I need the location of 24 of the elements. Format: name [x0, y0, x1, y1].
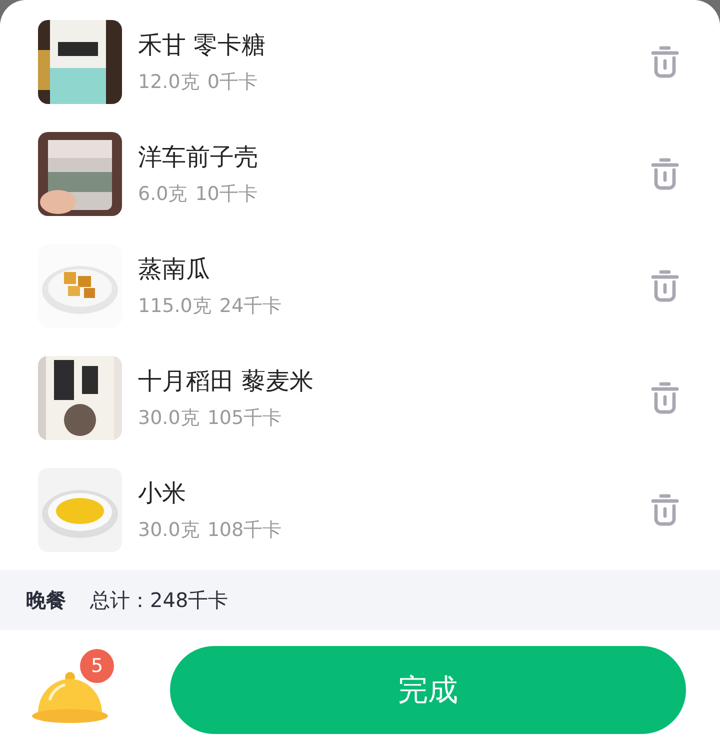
trash-icon[interactable] [650, 45, 680, 79]
food-name: 蒸南瓜 [138, 254, 211, 285]
food-amount: 12.0克 [138, 70, 200, 95]
trash-icon[interactable] [650, 157, 680, 191]
trash-icon[interactable] [650, 493, 680, 527]
food-name: 十月稻田 藜麦米 [138, 366, 315, 397]
food-amount: 6.0克 [138, 182, 188, 207]
food-calories: 105千卡 [207, 406, 282, 431]
food-name: 洋车前子壳 [138, 142, 259, 173]
count-badge: 5 [80, 649, 114, 683]
food-calories: 0千卡 [207, 70, 258, 95]
trash-icon[interactable] [650, 381, 680, 415]
meal-name: 晚餐 [26, 586, 66, 614]
done-button[interactable]: 完成 [170, 646, 686, 734]
food-amount: 30.0克 [138, 406, 200, 431]
food-amount: 115.0克 [138, 294, 212, 319]
food-calories: 10千卡 [195, 182, 258, 207]
food-name: 小米 [138, 478, 187, 509]
food-name: 禾甘 零卡糖 [138, 30, 267, 61]
food-calories: 108千卡 [207, 518, 282, 543]
food-amount: 30.0克 [138, 518, 200, 543]
food-calories: 24千卡 [219, 294, 282, 319]
trash-icon[interactable] [650, 269, 680, 303]
total-calories: 总计：248千卡 [90, 586, 228, 614]
